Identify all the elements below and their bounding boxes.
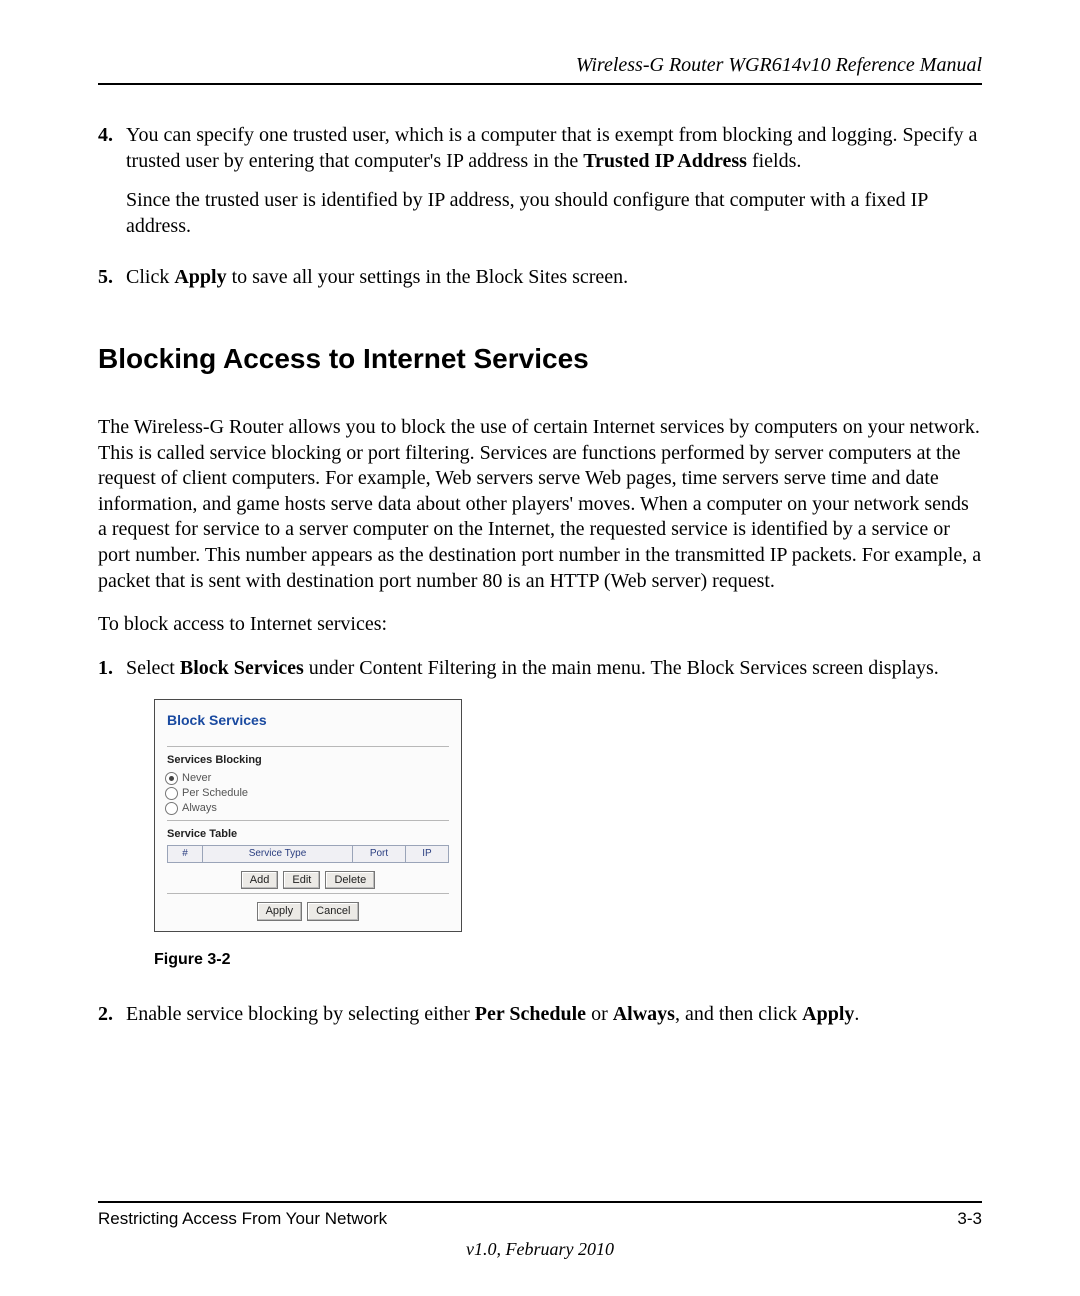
- text: or: [586, 1003, 613, 1025]
- cancel-button[interactable]: Cancel: [307, 902, 359, 920]
- radio-never[interactable]: Never: [165, 771, 449, 785]
- text: Select: [126, 657, 180, 679]
- radio-icon: [165, 802, 178, 815]
- ss-subheading-service-table: Service Table: [167, 827, 449, 841]
- radio-icon: [165, 787, 178, 800]
- step-number: 4.: [98, 123, 126, 253]
- step-body: Click Apply to save all your settings in…: [126, 265, 982, 305]
- steps-continued: 4. You can specify one trusted user, whi…: [98, 123, 982, 305]
- figure-caption: Figure 3-2: [154, 950, 982, 970]
- section-heading: Blocking Access to Internet Services: [98, 343, 982, 375]
- step-1: 1. Select Block Services under Content F…: [98, 656, 982, 974]
- footer-version: v1.0, February 2010: [98, 1239, 982, 1260]
- page-footer: Restricting Access From Your Network 3-3…: [98, 1201, 982, 1260]
- step-body: Select Block Services under Content Filt…: [126, 656, 982, 974]
- th-ip: IP: [406, 845, 449, 863]
- radio-label: Never: [182, 771, 211, 785]
- header-rule: [98, 83, 982, 85]
- text: You can specify one trusted user, which …: [126, 124, 977, 172]
- bold-text: Per Schedule: [475, 1003, 586, 1025]
- text: , and then click: [675, 1003, 802, 1025]
- block-services-screenshot: Block Services Services Blocking Never P…: [154, 699, 462, 931]
- add-button[interactable]: Add: [241, 871, 279, 889]
- edit-button[interactable]: Edit: [283, 871, 320, 889]
- page: Wireless-G Router WGR614v10 Reference Ma…: [0, 0, 1080, 1296]
- steps-new: 1. Select Block Services under Content F…: [98, 656, 982, 1042]
- th-port: Port: [353, 845, 406, 863]
- ss-rule: [167, 893, 449, 894]
- step-1-para: Select Block Services under Content Filt…: [126, 656, 982, 682]
- footer-row: Restricting Access From Your Network 3-3: [98, 1209, 982, 1229]
- th-num: #: [168, 845, 203, 863]
- table-buttons: Add Edit Delete: [167, 871, 449, 889]
- figure-3-2: Block Services Services Blocking Never P…: [154, 699, 982, 970]
- radio-per-schedule[interactable]: Per Schedule: [165, 786, 449, 800]
- bold-text: Apply: [174, 266, 226, 288]
- step-2-para: Enable service blocking by selecting eit…: [126, 1002, 982, 1028]
- footer-rule: [98, 1201, 982, 1203]
- footer-page-number: 3-3: [957, 1209, 982, 1229]
- intro-paragraph: The Wireless-G Router allows you to bloc…: [98, 415, 982, 594]
- step-4-para2: Since the trusted user is identified by …: [126, 188, 982, 239]
- bold-text: Trusted IP Address: [583, 150, 747, 172]
- text: fields.: [747, 150, 801, 172]
- table-header-row: # Service Type Port IP: [168, 845, 449, 863]
- step-4-para1: You can specify one trusted user, which …: [126, 123, 982, 174]
- step-body: You can specify one trusted user, which …: [126, 123, 982, 253]
- footer-section-title: Restricting Access From Your Network: [98, 1209, 387, 1229]
- step-number: 5.: [98, 265, 126, 305]
- service-table: # Service Type Port IP: [167, 845, 449, 864]
- text: Click: [126, 266, 174, 288]
- lead-line: To block access to Internet services:: [98, 612, 982, 638]
- ss-rule: [167, 746, 449, 747]
- ss-rule: [167, 820, 449, 821]
- bold-text: Block Services: [180, 657, 304, 679]
- th-service-type: Service Type: [203, 845, 353, 863]
- form-buttons: Apply Cancel: [167, 902, 449, 920]
- step-4: 4. You can specify one trusted user, whi…: [98, 123, 982, 253]
- step-5: 5. Click Apply to save all your settings…: [98, 265, 982, 305]
- step-2: 2. Enable service blocking by selecting …: [98, 1002, 982, 1042]
- text: under Content Filtering in the main menu…: [304, 657, 939, 679]
- bold-text: Always: [613, 1003, 675, 1025]
- text: .: [854, 1003, 859, 1025]
- step-number: 2.: [98, 1002, 126, 1042]
- delete-button[interactable]: Delete: [325, 871, 375, 889]
- radio-icon: [165, 772, 178, 785]
- text: Enable service blocking by selecting eit…: [126, 1003, 475, 1025]
- radio-label: Per Schedule: [182, 786, 248, 800]
- step-5-para: Click Apply to save all your settings in…: [126, 265, 982, 291]
- text: to save all your settings in the Block S…: [227, 266, 629, 288]
- ss-subheading-services-blocking: Services Blocking: [167, 753, 449, 767]
- radio-label: Always: [182, 801, 217, 815]
- step-body: Enable service blocking by selecting eit…: [126, 1002, 982, 1042]
- step-number: 1.: [98, 656, 126, 974]
- radio-always[interactable]: Always: [165, 801, 449, 815]
- apply-button[interactable]: Apply: [257, 902, 303, 920]
- ss-title: Block Services: [167, 712, 449, 730]
- doc-header-title: Wireless-G Router WGR614v10 Reference Ma…: [98, 54, 982, 77]
- bold-text: Apply: [802, 1003, 854, 1025]
